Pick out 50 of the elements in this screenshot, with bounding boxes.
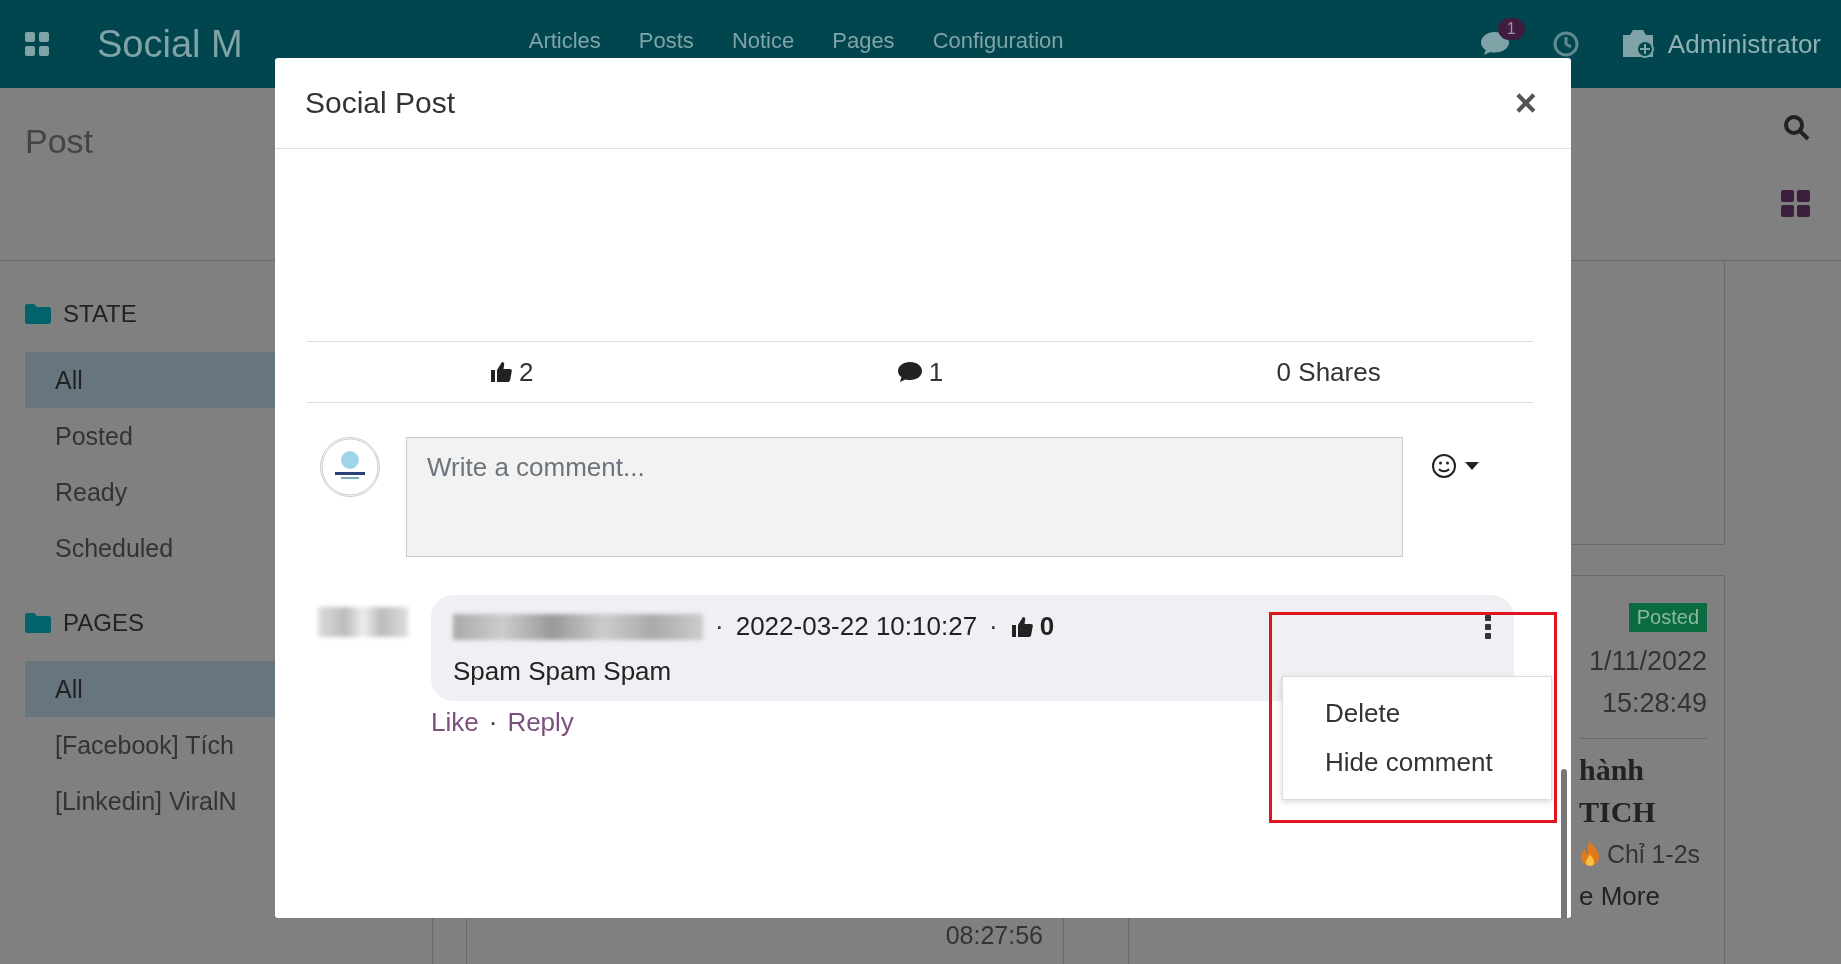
- close-button[interactable]: ×: [1510, 84, 1541, 122]
- flame-icon: [1579, 841, 1601, 867]
- menu-option[interactable]: Hide comment: [1283, 738, 1551, 787]
- like-count: 2: [519, 356, 534, 388]
- thumbs-up-icon: [1009, 614, 1034, 639]
- dialog-title: Social Post: [305, 86, 456, 120]
- see-more-link[interactable]: e More: [1579, 875, 1707, 917]
- page-title: Post: [25, 122, 94, 162]
- menu-option[interactable]: Delete: [1283, 689, 1551, 738]
- search-icon[interactable]: [1783, 114, 1811, 142]
- comment-text: Spam Spam Spam: [453, 656, 673, 687]
- post-title-line: hành: [1579, 752, 1646, 788]
- user-name[interactable]: Administrator: [1667, 28, 1821, 60]
- scrollbar[interactable]: [1561, 769, 1567, 918]
- comment-count: 1: [928, 356, 944, 388]
- comment-field[interactable]: Write a comment...: [406, 437, 1403, 557]
- apps-grid-icon[interactable]: [25, 32, 49, 56]
- smiley-icon[interactable]: [1431, 453, 1457, 479]
- post-excerpt: Chỉ 1-2s: [1607, 839, 1701, 870]
- menu-item[interactable]: Notice: [731, 28, 795, 54]
- post-date: 1/11/2022: [1588, 645, 1707, 678]
- thumbs-up-icon: [489, 360, 514, 384]
- clock-icon[interactable]: [1551, 30, 1580, 58]
- folder-icon: [25, 613, 51, 633]
- share-count: 0 Shares: [1276, 356, 1381, 388]
- section-title: PAGES: [63, 609, 144, 637]
- comment-like-count: 0: [1039, 611, 1055, 642]
- menu-item[interactable]: Configuration: [932, 28, 1064, 54]
- post-time: 15:28:49: [1601, 687, 1707, 720]
- comment-date: 2022-03-22 10:10:27: [735, 611, 978, 642]
- kanban-view-icon[interactable]: [1781, 190, 1811, 218]
- chat-icon[interactable]: [1479, 30, 1510, 56]
- separator-dot: ·: [488, 707, 498, 738]
- message-count-badge: 1: [1497, 18, 1525, 40]
- caret-icon[interactable]: [1465, 462, 1479, 470]
- app-title: Social M: [97, 22, 243, 66]
- speech-bubble-icon: [896, 361, 923, 383]
- post-title-line: TICH: [1579, 794, 1657, 830]
- menu-item[interactable]: Pages: [832, 28, 895, 54]
- status-badge: Posted: [1628, 603, 1707, 632]
- menu-item[interactable]: Articles: [528, 28, 601, 54]
- folder-icon: [25, 304, 51, 324]
- more-options-icon[interactable]: [1484, 614, 1492, 639]
- separator-dot: ·: [715, 611, 724, 642]
- section-title: STATE: [63, 300, 137, 328]
- separator-dot: ·: [989, 611, 998, 642]
- menu-item[interactable]: Posts: [638, 28, 694, 54]
- reply-link[interactable]: Reply: [507, 707, 574, 738]
- post-time: 08:27:56: [945, 921, 1043, 950]
- like-link[interactable]: Like: [431, 707, 479, 738]
